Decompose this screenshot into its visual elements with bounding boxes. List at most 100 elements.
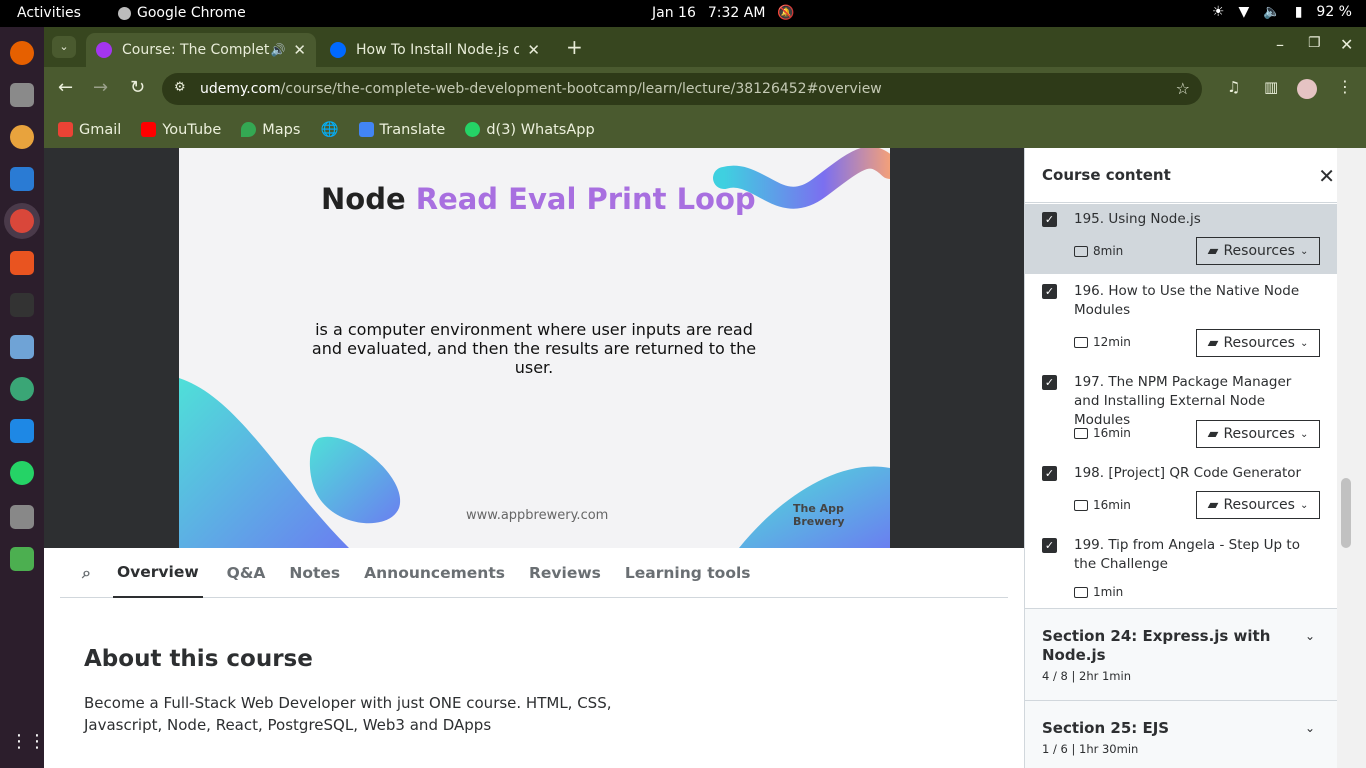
tab-qa[interactable]: Q&A xyxy=(227,548,266,598)
lecture-item[interactable]: ✓ 195. Using Node.js 8min ▰ Resources ⌄ xyxy=(1025,204,1337,274)
url-path: /course/the-complete-web-development-boo… xyxy=(280,81,882,97)
back-button[interactable]: ← xyxy=(58,77,73,98)
lecture-item[interactable]: ✓ 196. How to Use the Native Node Module… xyxy=(1025,276,1337,366)
disk-icon[interactable] xyxy=(10,505,34,529)
slide-title-accent: Read Eval Print Loop xyxy=(415,182,756,216)
chevron-down-icon: ⌄ xyxy=(1299,428,1309,440)
tab-notes[interactable]: Notes xyxy=(289,548,340,598)
close-sidebar-icon[interactable]: ✕ xyxy=(1318,164,1335,188)
forward-button[interactable]: → xyxy=(93,77,108,98)
new-tab-button[interactable]: + xyxy=(566,35,583,59)
video-player[interactable]: Node Read Eval Print Loop is a computer … xyxy=(44,148,1024,548)
sidebar-scroll-thumb[interactable] xyxy=(1341,478,1351,548)
completed-checkbox[interactable]: ✓ xyxy=(1042,466,1057,481)
rhythmbox-icon[interactable] xyxy=(10,125,34,149)
tab-overview[interactable]: Overview xyxy=(112,548,203,598)
date: Jan 16 xyxy=(652,5,696,21)
address-bar[interactable]: ⚙ udemy.com/course/the-complete-web-deve… xyxy=(162,73,1202,105)
search-icon[interactable]: ⌕ xyxy=(82,563,91,583)
folder-icon: ▰ xyxy=(1207,497,1219,513)
tab-nodejs[interactable]: How To Install Node.js o ✕ xyxy=(320,33,550,67)
video-icon xyxy=(1074,336,1088,348)
activities-button[interactable]: Activities xyxy=(17,5,81,21)
media-control-icon[interactable]: ♫ xyxy=(1227,78,1240,96)
duration-text: 16min xyxy=(1093,426,1131,440)
resources-label: Resources xyxy=(1223,243,1295,259)
lecture-item[interactable]: ✓ 197. The NPM Package Manager and Insta… xyxy=(1025,367,1337,457)
globe-icon: 🌐 xyxy=(320,122,339,138)
completed-checkbox[interactable]: ✓ xyxy=(1042,538,1057,553)
bookmark-translate[interactable]: Translate xyxy=(358,122,445,138)
tab-reviews[interactable]: Reviews xyxy=(529,548,601,598)
bookmark-label: d(3) WhatsApp xyxy=(486,121,595,138)
bookmark-star-icon[interactable]: ☆ xyxy=(1176,79,1190,98)
lecture-duration: 12min xyxy=(1074,335,1131,349)
bookmark-globe[interactable]: 🌐 xyxy=(320,121,338,138)
profile-avatar[interactable] xyxy=(1297,79,1317,99)
bookmark-whatsapp[interactable]: d(3) WhatsApp xyxy=(465,121,595,138)
vscode-icon[interactable] xyxy=(10,419,34,443)
bookmark-gmail[interactable]: Gmail xyxy=(58,122,121,138)
digitalocean-favicon xyxy=(330,42,346,58)
lecture-item[interactable]: ✓ 198. [Project] QR Code Generator 16min… xyxy=(1025,458,1337,528)
menu-icon[interactable]: ⋮ xyxy=(1337,77,1353,96)
app-menu[interactable]: Google Chrome xyxy=(118,5,246,21)
reload-button[interactable]: ↻ xyxy=(130,77,145,98)
tab-announcements[interactable]: Announcements xyxy=(364,548,505,598)
course-tabs: ⌕ Overview Q&A Notes Announcements Revie… xyxy=(60,548,1008,598)
translate-icon xyxy=(358,122,374,137)
app-center-icon[interactable] xyxy=(10,251,34,275)
close-tab-icon[interactable]: ✕ xyxy=(527,41,540,59)
completed-checkbox[interactable]: ✓ xyxy=(1042,375,1057,390)
resources-button[interactable]: ▰ Resources ⌄ xyxy=(1196,420,1320,448)
trash-icon[interactable] xyxy=(10,547,34,571)
site-info-icon[interactable]: ⚙ xyxy=(174,80,186,95)
notifications-muted-icon: 🔕 xyxy=(777,5,795,21)
completed-checkbox[interactable]: ✓ xyxy=(1042,212,1057,227)
lecture-item[interactable]: ✓ 199. Tip from Angela - Step Up to the … xyxy=(1025,530,1337,608)
section-header[interactable]: Section 25: EJS 1 / 6 | 1hr 30min ⌄ xyxy=(1025,700,1337,768)
completed-checkbox[interactable]: ✓ xyxy=(1042,284,1057,299)
files-icon[interactable] xyxy=(10,83,34,107)
atom-icon[interactable] xyxy=(10,377,34,401)
whatsapp-icon[interactable] xyxy=(10,461,34,485)
browser-toolbar: ← → ↻ ⚙ udemy.com/course/the-complete-we… xyxy=(44,67,1366,111)
video-icon xyxy=(1074,586,1088,598)
youtube-icon xyxy=(141,122,157,137)
tab-title: Course: The Complete xyxy=(122,42,271,58)
bookmarks-bar: Gmail YouTube Maps 🌐 Translate d(3) What… xyxy=(44,111,1366,148)
sidebar-scrollbar[interactable] xyxy=(1337,148,1366,768)
firefox-icon[interactable] xyxy=(10,41,34,65)
folder-icon: ▰ xyxy=(1207,243,1219,259)
clock[interactable]: Jan 16 7:32 AM 🔕 xyxy=(652,5,795,21)
show-apps-icon[interactable]: ⋮⋮ xyxy=(10,731,46,755)
resources-button[interactable]: ▰ Resources ⌄ xyxy=(1196,491,1320,519)
chevron-down-icon: ⌄ xyxy=(1299,245,1309,257)
tab-learning-tools[interactable]: Learning tools xyxy=(625,548,751,598)
bookmark-youtube[interactable]: YouTube xyxy=(141,122,221,138)
lecture-title: 195. Using Node.js xyxy=(1074,211,1201,227)
close-tab-icon[interactable]: ✕ xyxy=(293,41,306,59)
app-brewery-logo: The App Brewery xyxy=(793,502,890,528)
resources-button[interactable]: ▰ Resources ⌄ xyxy=(1196,329,1320,357)
puzzle-icon[interactable] xyxy=(10,335,34,359)
section-header[interactable]: Section 24: Express.js with Node.js 4 / … xyxy=(1025,608,1337,700)
resources-button[interactable]: ▰ Resources ⌄ xyxy=(1196,237,1320,265)
maximize-button[interactable]: ❐ xyxy=(1308,35,1321,51)
system-tray[interactable]: ☀ ▼ 🔈 ▮ 92 % xyxy=(1212,4,1352,20)
section-meta: 4 / 8 | 2hr 1min xyxy=(1042,669,1131,683)
video-icon xyxy=(1074,245,1088,257)
close-window-button[interactable]: ✕ xyxy=(1340,35,1353,54)
side-panel-icon[interactable]: ▥ xyxy=(1264,78,1278,96)
audio-icon[interactable]: 🔊 xyxy=(270,43,285,57)
chrome-dock-icon[interactable] xyxy=(10,209,34,233)
lecture-duration: 8min xyxy=(1074,244,1123,258)
battery-icon: ▮ xyxy=(1294,4,1303,20)
minimize-button[interactable]: – xyxy=(1276,35,1284,54)
tab-search-button[interactable]: ⌄ xyxy=(52,36,76,58)
bookmark-maps[interactable]: Maps xyxy=(241,122,300,138)
tab-udemy[interactable]: Course: The Complete 🔊 ✕ xyxy=(86,33,316,67)
slide-website: www.appbrewery.com xyxy=(466,508,609,523)
writer-icon[interactable] xyxy=(10,167,34,191)
terminal-icon[interactable] xyxy=(10,293,34,317)
